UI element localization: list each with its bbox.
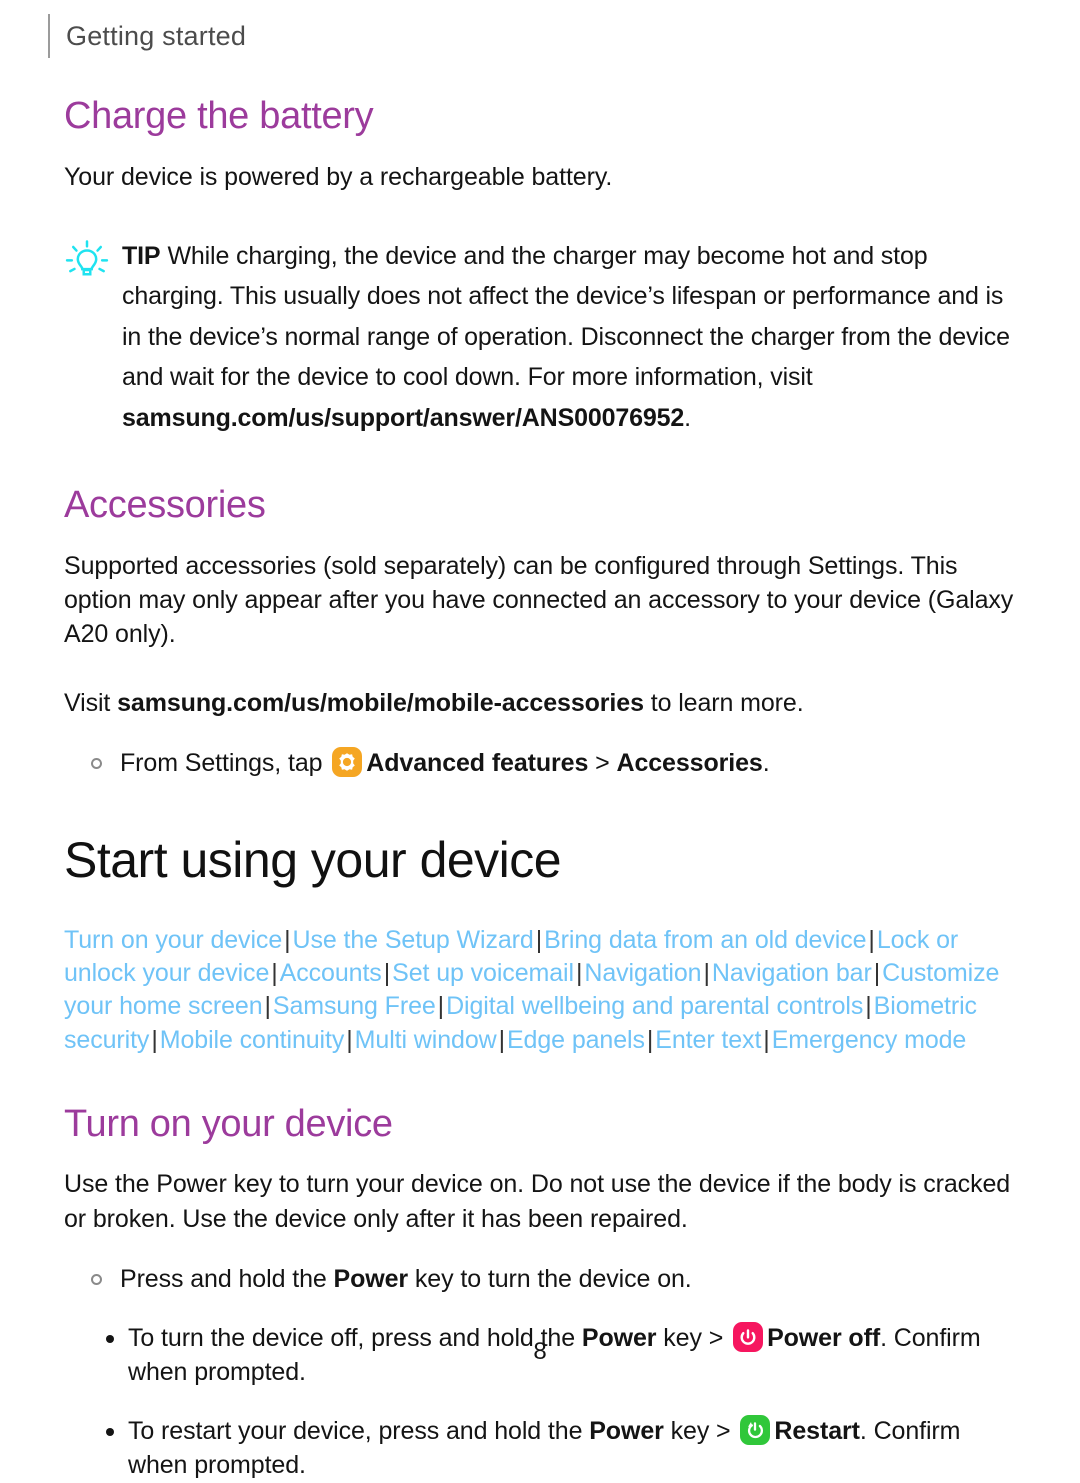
step-suffix: . [762,748,770,777]
link-turn-on-your-device[interactable]: Turn on your device [64,926,282,954]
link-separator: | [535,925,543,954]
tip-text: TIP While charging, the device and the ch… [122,236,1018,439]
restart-icon[interactable] [740,1414,771,1445]
link-multi-window[interactable]: Multi window [355,1026,497,1054]
link-separator: | [284,925,291,954]
link-separator: | [703,959,711,988]
link-separator: | [763,1025,770,1054]
tip-body-text: While charging, the device and the charg… [122,241,1010,392]
accessories-paragraph: Supported accessories (sold separately) … [64,551,1014,649]
accessories-label: Accessories [616,748,763,777]
link-separator: | [271,959,278,988]
header-title: Getting started [66,20,247,51]
link-separator: | [498,1025,506,1054]
link-separator: | [437,992,445,1021]
visit-suffix: to learn more. [643,688,804,717]
link-separator: | [346,1025,353,1054]
link-separator: | [865,992,872,1021]
link-separator: | [868,925,875,954]
link-set-up-voicemail[interactable]: Set up voicemail [392,959,574,987]
link-edge-panels[interactable]: Edge panels [507,1026,645,1054]
step-separator: > [588,748,617,777]
link-accounts[interactable]: Accounts [280,959,382,987]
link-samsung-free[interactable]: Samsung Free [273,992,436,1020]
restart-action-label: Restart [774,1416,860,1445]
link-bring-data-from-an-old-device[interactable]: Bring data from an old device [544,926,866,954]
restart-mid: key > [663,1416,738,1445]
link-navigation-bar[interactable]: Navigation bar [712,959,872,987]
link-separator: | [873,959,881,988]
link-separator: | [575,959,583,988]
page-content: Charge the battery Your device is powere… [64,95,1018,1483]
link-navigation[interactable]: Navigation [584,959,701,987]
link-separator: | [151,1025,158,1054]
settings-gear-icon[interactable] [332,746,363,777]
list-item: To restart your device, press and hold t… [64,1414,1018,1483]
turn-on-step-list: Press and hold the Power key to turn the… [64,1262,1018,1297]
tip-text-tail: . [684,403,691,432]
power-key-label: Power [333,1264,409,1293]
settings-step-prefix: From Settings, tap [120,748,330,777]
restart-prefix: To restart your device, press and hold t… [128,1416,590,1445]
link-use-the-setup-wizard[interactable]: Use the Setup Wizard [293,926,534,954]
start-using-heading: Start using your device [64,831,562,888]
visit-prefix: Visit [64,688,118,717]
running-header: Getting started [48,14,246,58]
link-separator: | [383,959,391,988]
charge-battery-heading: Charge the battery [64,95,374,137]
chapter-link-list: Turn on your device|Use the Setup Wizard… [64,924,1018,1057]
document-page: Getting started Charge the battery Your … [0,0,1080,1479]
accessories-step-list: From Settings, tap Advanced features > A… [64,746,1018,781]
charge-battery-intro: Your device is powered by a rechargeable… [64,162,613,191]
tip-label: TIP [122,241,161,270]
link-enter-text[interactable]: Enter text [655,1026,761,1054]
power-key-label: Power [589,1416,664,1445]
list-item: Press and hold the Power key to turn the… [64,1262,1018,1297]
tip-callout: TIP While charging, the device and the ch… [64,236,1018,439]
turn-on-device-heading: Turn on your device [64,1102,393,1145]
list-item: From Settings, tap Advanced features > A… [64,746,1018,781]
turn-on-device-paragraph: Use the Power key to turn your device on… [64,1170,1011,1233]
link-separator: | [646,1025,654,1054]
advanced-features-label: Advanced features [366,748,589,777]
mobile-accessories-link[interactable]: samsung.com/us/mobile/mobile-accessories [117,689,644,717]
power-step-prefix: Press and hold the [120,1264,334,1293]
page-number: 8 [533,1338,547,1365]
header-divider-rule [48,14,50,58]
power-step-suffix: key to turn the device on. [408,1264,692,1293]
link-separator: | [264,992,272,1021]
lightbulb-icon [64,238,110,284]
link-mobile-continuity[interactable]: Mobile continuity [160,1026,345,1054]
link-digital-wellbeing-and-parental-controls[interactable]: Digital wellbeing and parental controls [446,992,863,1020]
accessories-visit-line: Visit samsung.com/us/mobile/mobile-acces… [64,686,1018,720]
link-emergency-mode[interactable]: Emergency mode [772,1026,967,1054]
tip-support-link[interactable]: samsung.com/us/support/answer/ANS0007695… [122,404,684,432]
accessories-heading: Accessories [64,484,266,527]
